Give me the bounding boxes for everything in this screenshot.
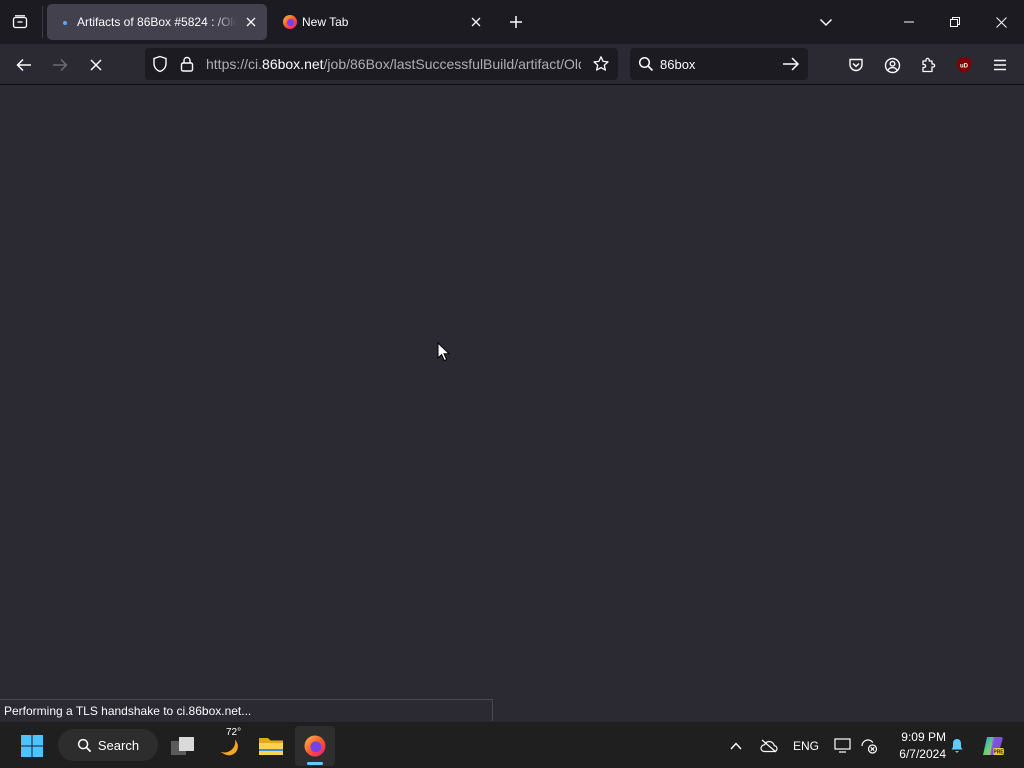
tab-list-button[interactable] (6, 8, 34, 36)
active-app-indicator (307, 762, 323, 765)
network-button[interactable] (858, 722, 880, 768)
url-text[interactable]: https://ci.86box.net/job/86Box/lastSucce… (206, 56, 581, 72)
puzzle-icon (922, 57, 936, 73)
tab-close-button[interactable] (468, 14, 484, 30)
tab-close-button[interactable] (243, 14, 259, 30)
window-close-button[interactable] (978, 0, 1024, 44)
restore-icon (950, 17, 960, 27)
folder-icon (259, 738, 283, 755)
lock-icon[interactable] (178, 55, 196, 73)
status-panel: Performing a TLS handshake to ci.86box.n… (0, 699, 493, 721)
tab-title: Artifacts of 86Box #5824 : /Old f (77, 15, 237, 29)
clock[interactable]: 9:09 PM 6/7/2024 (884, 722, 950, 768)
cloud-off-icon (760, 739, 778, 752)
account-icon (884, 57, 900, 73)
chevron-down-icon (819, 18, 833, 27)
input-language-indicator[interactable]: ENG (790, 722, 822, 768)
tab-new-tab[interactable]: New Tab (272, 4, 492, 40)
svg-text:uD: uD (960, 64, 969, 70)
extensions-button[interactable] (915, 52, 941, 78)
pocket-button[interactable] (843, 52, 869, 78)
tab-separator (42, 6, 43, 38)
search-input[interactable]: 86box (660, 57, 695, 72)
forward-button[interactable] (45, 50, 75, 80)
notifications-button[interactable] (946, 722, 968, 768)
plus-icon (510, 16, 522, 28)
network-disconnected-icon (861, 738, 878, 754)
clock-date: 6/7/2024 (899, 746, 946, 761)
url-bar[interactable]: https://ci.86box.net/job/86Box/lastSucce… (145, 48, 618, 80)
url-scheme: https://ci. (206, 56, 263, 72)
search-icon (77, 738, 92, 752)
new-tab-button[interactable] (502, 8, 530, 36)
firefox-icon (283, 15, 297, 29)
taskbar: Search 72° ENG 9:09 PM 6/7/2024 PRE (0, 721, 1024, 768)
ublock-icon: uD (957, 57, 971, 73)
url-host: 86box.net (262, 56, 324, 72)
loading-indicator (63, 21, 67, 25)
window-minimize-button[interactable] (886, 0, 932, 44)
pocket-icon (849, 58, 863, 72)
minimize-icon (904, 21, 914, 23)
close-icon (246, 17, 256, 27)
display-icon (833, 738, 851, 753)
account-button[interactable] (879, 52, 905, 78)
window-restore-button[interactable] (932, 0, 978, 44)
list-all-tabs-button[interactable] (812, 8, 840, 36)
star-icon[interactable] (592, 55, 610, 73)
firefox-icon (304, 735, 326, 757)
arrow-right-icon (53, 58, 68, 72)
show-hidden-icons-button[interactable] (724, 722, 748, 768)
task-view-icon (171, 737, 194, 755)
tab-artifacts[interactable]: Artifacts of 86Box #5824 : /Old f (47, 4, 267, 40)
clock-time: 9:09 PM (901, 729, 946, 744)
copilot-button[interactable]: PRE (978, 722, 1008, 768)
firefox-taskbar-button[interactable] (295, 726, 335, 766)
onedrive-button[interactable] (756, 722, 782, 768)
svg-text:PRE: PRE (993, 749, 1004, 755)
arrow-left-icon (16, 58, 31, 72)
display-settings-button[interactable] (830, 722, 854, 768)
close-icon (471, 17, 481, 27)
arrow-right-icon[interactable] (782, 56, 800, 72)
app-menu-button[interactable] (987, 52, 1013, 78)
start-button[interactable] (12, 726, 52, 766)
back-button[interactable] (9, 50, 39, 80)
search-bar[interactable]: 86box (630, 48, 808, 80)
close-icon (90, 59, 102, 71)
url-path: /job/86Box/lastSuccessfulBuild/artifact/… (323, 56, 581, 72)
tab-title: New Tab (302, 15, 349, 29)
file-explorer-button[interactable] (252, 726, 290, 766)
weather-temperature: 72° (226, 727, 242, 738)
taskbar-search-label: Search (97, 737, 140, 753)
weather-widget[interactable]: 72° (208, 726, 248, 766)
page-content (0, 85, 1024, 721)
chevron-up-icon (730, 741, 742, 749)
shield-icon[interactable] (151, 55, 169, 73)
navigation-toolbar: https://ci.86box.net/job/86Box/lastSucce… (0, 44, 1024, 85)
close-icon (995, 16, 1007, 28)
search-icon (638, 56, 654, 72)
copilot-icon: PRE (983, 736, 1004, 755)
hamburger-icon (994, 59, 1006, 71)
ublock-button[interactable]: uD (951, 52, 977, 78)
bell-icon (951, 738, 963, 753)
tab-strip: Artifacts of 86Box #5824 : /Old f New Ta… (0, 0, 1024, 44)
task-view-button[interactable] (164, 726, 202, 766)
stop-button[interactable] (81, 50, 111, 80)
taskbar-search-button[interactable]: Search (58, 729, 158, 761)
tab-list-icon (12, 15, 28, 29)
windows-logo-icon (21, 735, 43, 757)
mouse-pointer-icon (437, 342, 451, 362)
